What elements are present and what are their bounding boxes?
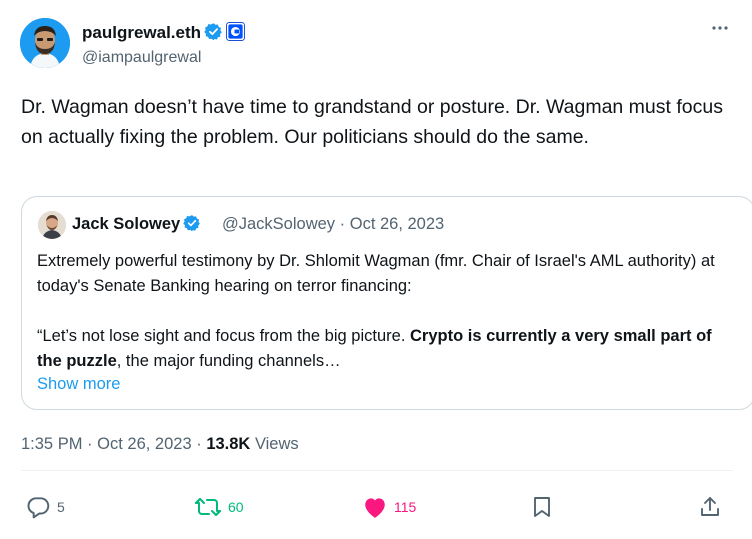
repost-button[interactable]: 60 bbox=[194, 494, 244, 520]
quoted-author-name-row: Jack Solowey bbox=[72, 214, 201, 237]
date[interactable]: Oct 26, 2023 bbox=[97, 435, 191, 453]
paragraph-spacer bbox=[37, 299, 737, 324]
repost-count: 60 bbox=[228, 499, 244, 515]
share-button[interactable] bbox=[698, 494, 722, 520]
tweet-timestamp: 1:35 PM · Oct 26, 2023 · 13.8K Views bbox=[21, 434, 299, 454]
views-label: Views bbox=[254, 435, 299, 453]
tweet-text: Dr. Wagman doesn’t have time to grandsta… bbox=[21, 96, 723, 148]
meta-separator: · bbox=[87, 435, 93, 453]
more-options-button[interactable] bbox=[710, 18, 730, 43]
quoted-tweet-card[interactable]: Jack Solowey @JackSolowey · Oct 26, 2023… bbox=[21, 196, 752, 410]
avatar-photo bbox=[38, 211, 66, 239]
author-name[interactable]: paulgrewal.eth bbox=[82, 23, 201, 42]
meta-separator: · bbox=[196, 435, 202, 453]
quoted-author-name[interactable]: Jack Solowey bbox=[72, 215, 180, 233]
bookmark-icon bbox=[534, 497, 550, 517]
heart-icon bbox=[365, 498, 385, 518]
quoted-author-avatar[interactable] bbox=[38, 211, 66, 239]
time[interactable]: 1:35 PM bbox=[21, 435, 82, 453]
verified-badge-icon bbox=[204, 22, 223, 46]
quoted-text: Extremely powerful testimony by Dr. Shlo… bbox=[37, 249, 737, 374]
quoted-paragraph-1: Extremely powerful testimony by Dr. Shlo… bbox=[37, 252, 715, 295]
views-count: 13.8K bbox=[206, 435, 251, 453]
like-count: 115 bbox=[394, 499, 417, 515]
coinbase-affiliate-icon[interactable] bbox=[226, 22, 246, 46]
quoted-paragraph-2: “Let’s not lose sight and focus from the… bbox=[37, 324, 737, 374]
quoted-text-end: , the major funding channels… bbox=[116, 352, 341, 370]
reply-icon bbox=[27, 497, 50, 519]
author-handle[interactable]: @iampaulgrewal bbox=[82, 48, 201, 68]
quoted-text-start: “Let’s not lose sight and focus from the… bbox=[37, 327, 410, 345]
show-more-link[interactable]: Show more bbox=[37, 374, 120, 394]
like-button[interactable]: 115 bbox=[362, 494, 416, 520]
quoted-meta: @JackSolowey · Oct 26, 2023 bbox=[222, 214, 444, 234]
verified-badge-icon bbox=[183, 214, 201, 237]
quoted-date[interactable]: Oct 26, 2023 bbox=[350, 215, 444, 233]
author-name-row: paulgrewal.eth bbox=[82, 22, 246, 46]
author-avatar[interactable] bbox=[20, 18, 70, 68]
ellipsis-icon bbox=[712, 26, 728, 30]
meta-separator: · bbox=[339, 215, 346, 233]
divider bbox=[21, 470, 733, 471]
bookmark-button[interactable] bbox=[530, 494, 554, 520]
reply-button[interactable]: 5 bbox=[25, 494, 65, 520]
repost-icon bbox=[195, 498, 221, 516]
quoted-author-handle[interactable]: @JackSolowey bbox=[222, 215, 335, 233]
reply-count: 5 bbox=[57, 499, 65, 515]
share-icon bbox=[701, 497, 719, 516]
avatar-illustration bbox=[20, 18, 70, 68]
